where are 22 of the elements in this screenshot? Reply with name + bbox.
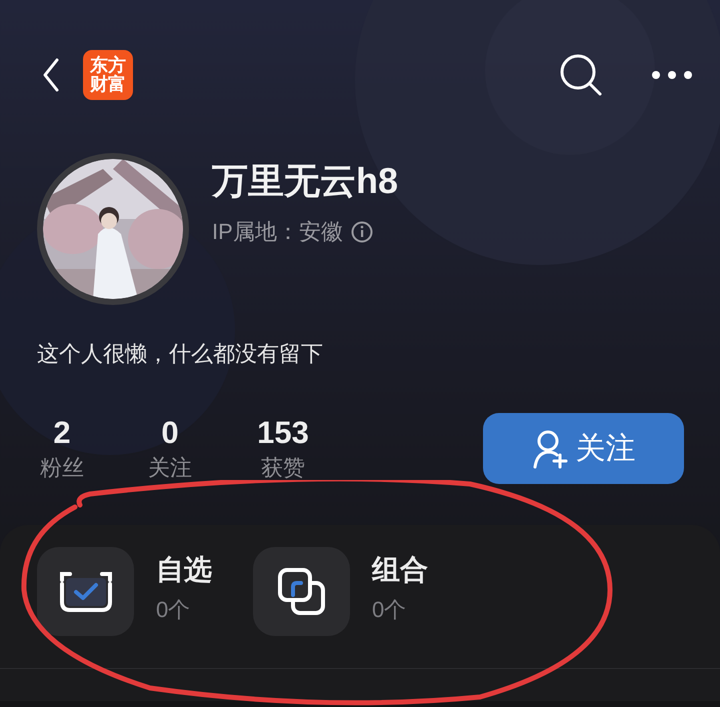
asset-count: 0个 (156, 596, 192, 624)
ip-location: IP属地：安徽 (212, 218, 343, 246)
stat-value: 153 (257, 414, 309, 450)
stat-value: 0 (161, 414, 179, 450)
stat-label: 粉丝 (40, 454, 84, 482)
bio-text: 这个人很懒，什么都没有留下 (36, 340, 324, 368)
stat-label: 获赞 (261, 454, 305, 482)
follow-button[interactable]: 关注 (483, 413, 684, 484)
overlapping-squares-icon (276, 566, 326, 616)
back-icon (41, 57, 61, 93)
search-icon (558, 52, 604, 98)
user-name: 万里无云h8 (212, 159, 398, 203)
add-user-icon (532, 428, 568, 468)
app-logo: 东方 财富 (83, 50, 133, 100)
asset-title: 自选 (156, 553, 212, 587)
info-icon[interactable] (350, 221, 373, 243)
more-icon (651, 70, 693, 80)
stat-label: 关注 (148, 454, 192, 482)
asset-title: 组合 (372, 553, 428, 587)
checkbox-icon (58, 570, 114, 614)
stat-value: 2 (53, 414, 71, 450)
asset-count: 0个 (372, 596, 408, 624)
